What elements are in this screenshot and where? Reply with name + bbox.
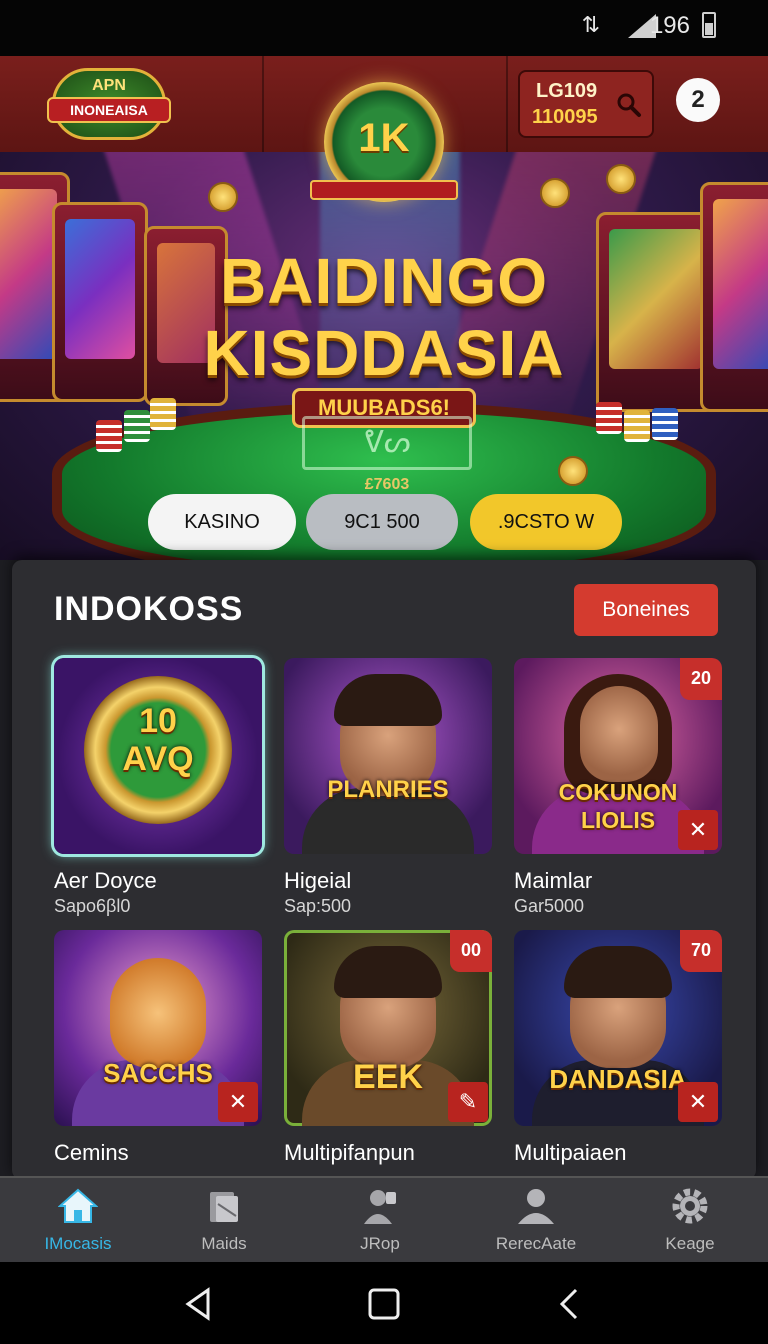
chip-stack <box>624 410 650 442</box>
gold-coin <box>208 182 238 212</box>
character-hair <box>334 946 442 998</box>
cards-icon <box>210 1192 238 1222</box>
gold-coin <box>540 178 570 208</box>
player-icon <box>364 1190 396 1224</box>
character-hair <box>334 674 442 726</box>
game-card[interactable]: COKUNON LIOLIS 20 ✕ Maimlar Gar5000 <box>514 658 722 917</box>
balance-box[interactable]: LG109 110095 <box>518 70 654 138</box>
medal-ribbon <box>310 180 458 200</box>
hero-title-line1: BAIDINGO <box>220 245 548 317</box>
section-title: INDOKOSS <box>54 590 244 628</box>
game-tag: 00 <box>450 930 492 972</box>
brand-logo[interactable]: APN INONEAISA <box>47 68 171 140</box>
data-signal-icon: ⇅ <box>581 12 600 37</box>
header-divider <box>262 56 264 152</box>
close-icon[interactable]: ✕ <box>678 1082 718 1122</box>
category-pill-third[interactable]: .9CSTO W <box>470 494 622 550</box>
logo-ribbon-text: INONEAISA <box>47 97 171 123</box>
table-emblem: ᕓᔕ <box>302 416 472 470</box>
game-card[interactable]: DANDASIA 70 ✕ Multipaiaen <box>514 930 722 1166</box>
balance-label: LG109 <box>536 80 598 102</box>
games-panel: INDOKOSS Boneines 10 AVQ Aer Doyce Sapo6… <box>12 560 756 1180</box>
game-thumbnail[interactable]: 10 AVQ <box>54 658 262 854</box>
battery-icon <box>702 12 716 38</box>
chip-stack <box>124 410 150 442</box>
hero-title-line2: KISDDASIA <box>203 317 565 389</box>
game-thumbnail[interactable]: COKUNON LIOLIS 20 ✕ <box>514 658 722 854</box>
person-icon <box>518 1189 554 1224</box>
game-name: Aer Doyce <box>54 868 157 893</box>
pencil-icon[interactable]: ✎ <box>448 1082 488 1122</box>
hero-banner[interactable]: BAIDINGO KISDDASIA MUUBADS6! ᕓᔕ £7603 KA… <box>0 152 768 560</box>
chip-stack <box>652 408 678 440</box>
system-navigation-bar <box>0 1262 768 1344</box>
home-icon <box>58 1188 98 1223</box>
chevron-left-icon[interactable] <box>552 1286 588 1322</box>
game-name: Cemins <box>54 1140 129 1165</box>
gear-icon <box>672 1188 708 1224</box>
search-icon[interactable] <box>616 92 642 118</box>
back-triangle-icon[interactable] <box>180 1286 216 1322</box>
game-tag: 20 <box>680 658 722 700</box>
nav-item-cards[interactable]: Maids <box>164 1186 284 1260</box>
game-card[interactable]: EEK 00 ✎ Multipifanpun <box>284 930 492 1166</box>
battery-percentage: 196 <box>649 12 690 39</box>
game-card[interactable]: SACCHS ✕ Cemins <box>54 930 262 1166</box>
nav-item-home[interactable]: IMocasis <box>18 1186 138 1260</box>
game-art-title: 10 AVQ <box>122 702 194 778</box>
game-subtitle: Sap:500 <box>284 896 352 916</box>
game-name: Maimlar <box>514 868 593 893</box>
nav-item-settings[interactable]: Keage <box>630 1186 750 1260</box>
nav-item-player[interactable]: JRop <box>320 1186 440 1260</box>
chip-stack <box>96 420 122 452</box>
game-card[interactable]: PLANRIES Higeial Sap:500 <box>284 658 492 917</box>
header-divider <box>506 56 508 152</box>
gold-coin <box>558 456 588 486</box>
game-subtitle: Gar5000 <box>514 896 585 916</box>
home-square-icon[interactable] <box>366 1286 402 1322</box>
jackpot-medal: 1K <box>310 82 458 202</box>
notification-badge[interactable]: 2 <box>676 78 720 122</box>
game-name: Multipifanpun <box>284 1140 415 1165</box>
status-bar: ⇅ 196 <box>0 0 768 56</box>
nav-item-person[interactable]: RerecAate <box>476 1186 596 1260</box>
section-action-button[interactable]: Boneines <box>574 584 718 636</box>
game-thumbnail[interactable]: PLANRIES <box>284 658 492 854</box>
table-number: £7603 <box>364 476 410 493</box>
gold-coin <box>606 164 636 194</box>
game-tag: 70 <box>680 930 722 972</box>
category-pill-second[interactable]: 9C1 500 <box>306 494 458 550</box>
bottom-navigation: IMocasis Maids JRop RerecAate Keage <box>0 1176 768 1262</box>
casino-app: ⇅ 196 APN INONEAISA LG109 110095 2 1K BA… <box>0 0 768 1344</box>
character-face <box>580 686 658 782</box>
chip-stack <box>596 402 622 434</box>
nav-label: JRop <box>360 1234 400 1253</box>
balance-value: 110095 <box>532 106 598 128</box>
nav-label: Keage <box>665 1234 715 1253</box>
nav-label: Maids <box>201 1234 247 1253</box>
game-art-title: PLANRIES <box>327 776 449 803</box>
game-name: Higeial <box>284 868 352 893</box>
game-name: Multipaiaen <box>514 1140 627 1165</box>
nav-label: IMocasis <box>44 1234 112 1253</box>
game-card[interactable]: 10 AVQ Aer Doyce Sapo6βl0 <box>54 658 262 917</box>
game-thumbnail[interactable]: EEK 00 ✎ <box>284 930 492 1126</box>
character-hair <box>564 946 672 998</box>
close-icon[interactable]: ✕ <box>218 1082 258 1122</box>
game-subtitle: Sapo6βl0 <box>54 896 131 916</box>
category-pill-kasino[interactable]: KASINO <box>148 494 296 550</box>
logo-top-text: APN <box>92 77 126 94</box>
game-thumbnail[interactable]: DANDASIA 70 ✕ <box>514 930 722 1126</box>
chip-stack <box>150 398 176 430</box>
nav-label: RerecAate <box>495 1234 577 1253</box>
close-icon[interactable]: ✕ <box>678 810 718 850</box>
medal-value: 1K <box>358 116 410 160</box>
game-thumbnail[interactable]: SACCHS ✕ <box>54 930 262 1126</box>
character-face <box>110 958 206 1068</box>
